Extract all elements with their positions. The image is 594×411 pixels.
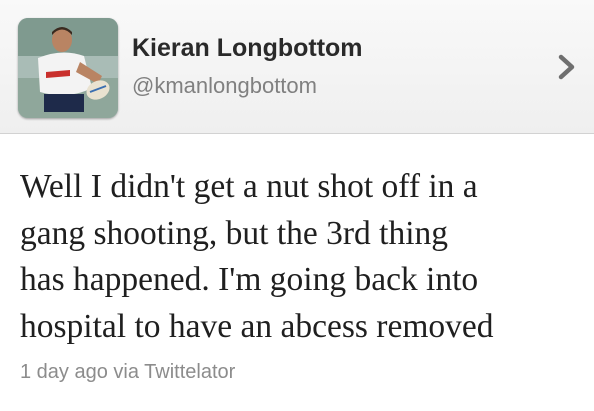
tweet-meta: 1 day ago via Twittelator: [20, 361, 235, 384]
tweet-text-line: has happened. I'm going back into: [20, 261, 479, 298]
tweet-text-line: Well I didn't get a nut shot off in a: [20, 168, 478, 205]
tweet-text-line: hospital to have an abcess removed: [20, 307, 494, 345]
tweet-text-line: gang shooting, but the 3rd thing: [20, 214, 449, 252]
tweet-text: Well I didn't get a nut shot off in a ga…: [20, 164, 586, 350]
username-handle[interactable]: @kmanlongbottom: [132, 73, 317, 99]
profile-header[interactable]: Kieran Longbottom @kmanlongbottom: [0, 0, 594, 134]
tweet-source[interactable]: via Twittelator: [113, 361, 235, 383]
display-name[interactable]: Kieran Longbottom: [132, 34, 363, 63]
chevron-right-icon[interactable]: [556, 52, 580, 82]
rugby-player-avatar-icon: [18, 18, 118, 118]
tweet-timestamp: 1 day ago: [20, 361, 108, 383]
avatar[interactable]: [18, 18, 118, 118]
tweet-card: Kieran Longbottom @kmanlongbottom Well I…: [0, 0, 594, 411]
